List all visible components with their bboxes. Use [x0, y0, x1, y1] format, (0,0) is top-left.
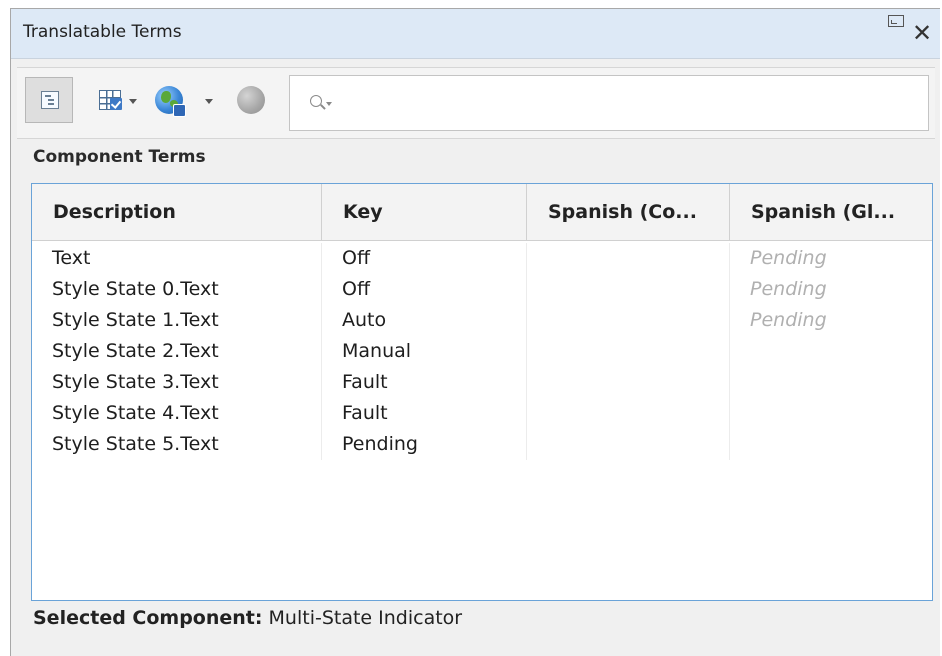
cell-key: Fault — [322, 367, 527, 398]
cell-description: Style State 0.Text — [32, 274, 322, 305]
search-icon[interactable] — [310, 95, 322, 107]
search-input[interactable] — [336, 86, 920, 122]
table-columns-button[interactable] — [93, 77, 139, 123]
cell-spanish-co — [527, 243, 730, 274]
cell-key: Fault — [322, 398, 527, 429]
cell-spanish-co — [527, 305, 730, 336]
selected-component-label: Selected Component: — [33, 607, 263, 629]
table-row[interactable]: Style State 1.Text Auto Pending — [32, 305, 932, 336]
column-header-spanish-gl[interactable]: Spanish (Gl... — [730, 184, 931, 240]
cell-spanish-gl — [730, 429, 931, 460]
cell-key: Off — [322, 243, 527, 274]
checkbox-icon — [110, 98, 122, 110]
table-row[interactable]: Text Off Pending — [32, 243, 932, 274]
close-icon[interactable]: ✕ — [910, 21, 934, 45]
section-title: Component Terms — [33, 147, 206, 167]
selected-component-value: Multi-State Indicator — [268, 607, 463, 629]
panel-title: Translatable Terms — [23, 22, 182, 42]
table-row[interactable]: Style State 4.Text Fault — [32, 398, 932, 429]
cell-spanish-co — [527, 367, 730, 398]
title-bar: Translatable Terms ✕ — [11, 9, 940, 59]
column-header-spanish-co[interactable]: Spanish (Co... — [527, 184, 730, 240]
cell-description: Text — [32, 243, 322, 274]
translate-globe-dropdown[interactable] — [197, 77, 219, 123]
globe-disabled-icon — [237, 86, 265, 114]
cell-description: Style State 3.Text — [32, 367, 322, 398]
table-row[interactable]: Style State 3.Text Fault — [32, 367, 932, 398]
cell-spanish-gl — [730, 398, 931, 429]
badge-icon — [173, 104, 186, 117]
cell-spanish-gl: Pending — [750, 247, 827, 269]
translate-globe-disabled-button[interactable] — [235, 77, 271, 123]
cell-key: Manual — [322, 336, 527, 367]
cell-key: Auto — [322, 305, 527, 336]
cell-spanish-gl: Pending — [750, 278, 827, 300]
selected-component-info: Selected Component: Multi-State Indicato… — [33, 607, 462, 629]
tree-view-button[interactable] — [25, 77, 73, 123]
table-row[interactable]: Style State 0.Text Off Pending — [32, 274, 932, 305]
cell-description: Style State 4.Text — [32, 398, 322, 429]
terms-table[interactable]: Description Key Spanish (Co... Spanish (… — [31, 183, 933, 601]
table-header: Description Key Spanish (Co... Spanish (… — [32, 184, 932, 241]
cell-description: Style State 5.Text — [32, 429, 322, 460]
cell-spanish-gl — [730, 336, 931, 367]
restore-window-icon[interactable] — [888, 15, 904, 27]
search-box[interactable] — [289, 75, 929, 131]
cell-key: Pending — [322, 429, 527, 460]
cell-spanish-gl: Pending — [750, 309, 827, 331]
chevron-down-icon — [205, 99, 213, 104]
cell-description: Style State 2.Text — [32, 336, 322, 367]
cell-key: Off — [322, 274, 527, 305]
column-header-key[interactable]: Key — [322, 184, 527, 240]
cell-spanish-co — [527, 398, 730, 429]
toolbar — [17, 67, 935, 139]
cell-spanish-co — [527, 336, 730, 367]
translatable-terms-panel: Translatable Terms ✕ Component Terms Des… — [10, 8, 940, 656]
table-row[interactable]: Style State 5.Text Pending — [32, 429, 932, 460]
tree-view-icon — [41, 91, 59, 109]
chevron-down-icon[interactable] — [326, 102, 332, 106]
cell-spanish-co — [527, 274, 730, 305]
cell-spanish-gl — [730, 367, 931, 398]
column-header-description[interactable]: Description — [32, 184, 322, 240]
translate-globe-button[interactable] — [153, 77, 189, 123]
table-row[interactable]: Style State 2.Text Manual — [32, 336, 932, 367]
chevron-down-icon — [129, 99, 137, 104]
cell-spanish-co — [527, 429, 730, 460]
cell-description: Style State 1.Text — [32, 305, 322, 336]
